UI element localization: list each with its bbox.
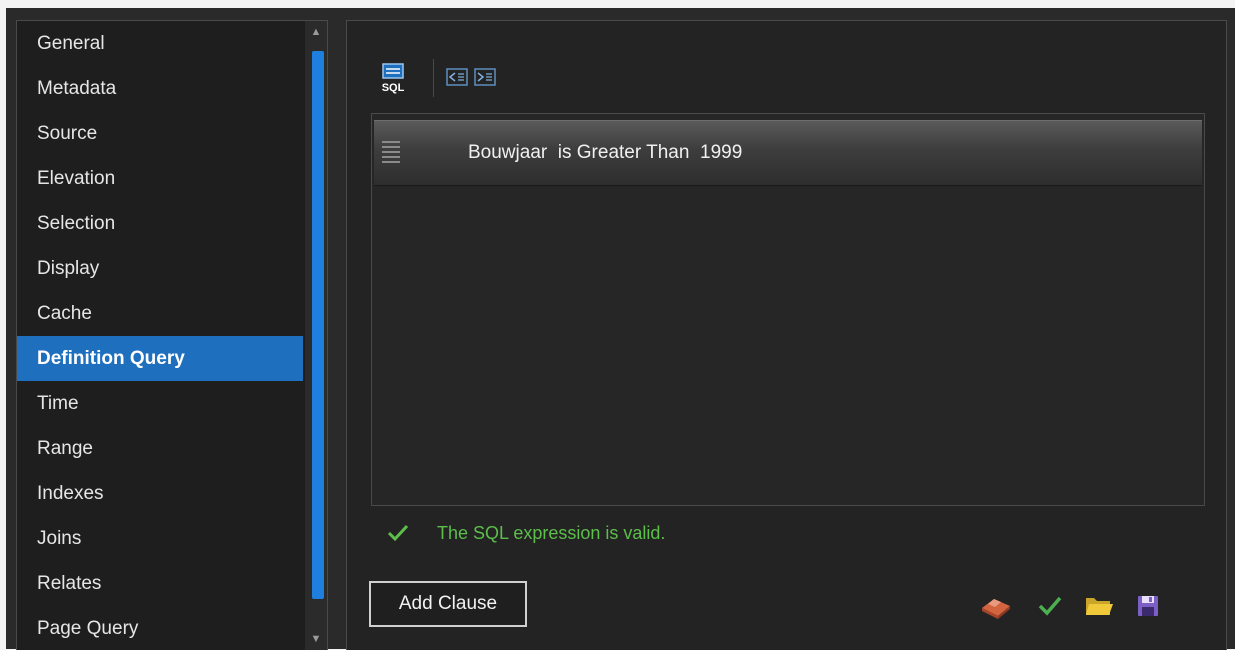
clause-field[interactable]: Bouwjaar: [468, 142, 547, 163]
scroll-down-arrow-icon[interactable]: ▼: [305, 628, 327, 650]
nav-item-relates[interactable]: Relates: [17, 561, 303, 606]
scroll-thumb[interactable]: [312, 51, 324, 599]
sql-mode-button[interactable]: SQL: [375, 61, 411, 94]
nav-item-source[interactable]: Source: [17, 111, 303, 156]
nav-item-page-query[interactable]: Page Query: [17, 606, 303, 650]
clause-text[interactable]: Bouwjaar is Greater Than 1999: [468, 121, 742, 185]
indent-icon: [474, 68, 496, 86]
layer-properties-dialog: General Metadata Source Elevation Select…: [6, 8, 1235, 650]
verify-button[interactable]: [1035, 591, 1065, 621]
nav-list: General Metadata Source Elevation Select…: [17, 21, 303, 650]
clear-button[interactable]: [979, 591, 1010, 621]
properties-nav: General Metadata Source Elevation Select…: [16, 20, 328, 650]
nav-item-elevation[interactable]: Elevation: [17, 156, 303, 201]
valid-check-icon: [387, 524, 409, 542]
clause-operator[interactable]: is Greater Than: [558, 142, 690, 163]
nav-item-range[interactable]: Range: [17, 426, 303, 471]
drag-grip-icon[interactable]: [382, 141, 400, 165]
definition-query-panel: SQL Bouwjaar is Greater Than 1999 The SQ…: [346, 20, 1227, 650]
add-clause-button[interactable]: Add Clause: [369, 581, 527, 627]
save-disk-icon: [1138, 596, 1158, 616]
scroll-up-arrow-icon[interactable]: ▲: [305, 21, 327, 43]
toolbar-separator: [433, 59, 434, 97]
indent-button[interactable]: [473, 61, 497, 91]
load-folder-icon: [1086, 598, 1113, 615]
nav-item-definition-query[interactable]: Definition Query: [17, 336, 303, 381]
nav-item-indexes[interactable]: Indexes: [17, 471, 303, 516]
clear-eraser-icon: [982, 599, 1010, 619]
nav-item-cache[interactable]: Cache: [17, 291, 303, 336]
nav-scrollbar[interactable]: ▲ ▼: [305, 21, 327, 650]
outdent-button[interactable]: [445, 61, 469, 91]
outdent-icon: [446, 68, 468, 86]
nav-item-time[interactable]: Time: [17, 381, 303, 426]
clause-row[interactable]: Bouwjaar is Greater Than 1999: [374, 120, 1202, 186]
nav-item-selection[interactable]: Selection: [17, 201, 303, 246]
save-button[interactable]: [1133, 591, 1163, 621]
nav-item-display[interactable]: Display: [17, 246, 303, 291]
sql-icon-label: SQL: [382, 82, 405, 94]
sql-mode-icon: SQL: [382, 63, 405, 94]
load-button[interactable]: [1083, 591, 1113, 621]
clause-value[interactable]: 1999: [700, 142, 742, 163]
verify-check-icon: [1038, 596, 1062, 616]
nav-item-metadata[interactable]: Metadata: [17, 66, 303, 111]
clause-list[interactable]: Bouwjaar is Greater Than 1999: [371, 113, 1205, 506]
status-text: The SQL expression is valid.: [437, 523, 666, 543]
nav-item-joins[interactable]: Joins: [17, 516, 303, 561]
nav-item-general[interactable]: General: [17, 21, 303, 66]
